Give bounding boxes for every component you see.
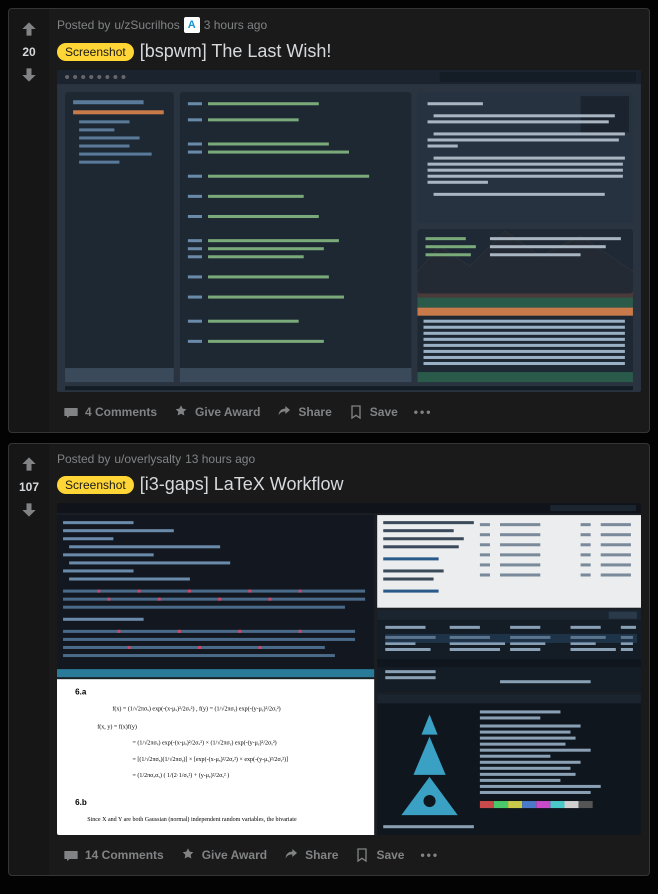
screenshot-image: 6.a f(x) = (1/√2πσₓ) exp(-(x-μₓ)²/2σₓ²) … bbox=[57, 503, 641, 835]
svg-text:f(x) = (1/√2πσₓ) exp(-(x-μₓ)²/: f(x) = (1/√2πσₓ) exp(-(x-μₓ)²/2σₓ²) , f(… bbox=[112, 706, 280, 713]
award-button[interactable]: Give Award bbox=[174, 843, 273, 867]
vote-column: 107 bbox=[9, 444, 49, 875]
more-button[interactable]: ••• bbox=[408, 401, 439, 423]
share-icon bbox=[276, 404, 292, 420]
post-meta: Posted by u/overlysalty 13 hours ago bbox=[57, 452, 641, 466]
svg-text:f(x, y) = f(x)f(y): f(x, y) = f(x)f(y) bbox=[97, 724, 137, 731]
post-time: 13 hours ago bbox=[185, 452, 255, 466]
post-card: 107 Posted by u/overlysalty 13 hours ago… bbox=[8, 443, 650, 876]
bookmark-icon bbox=[354, 847, 370, 863]
posted-by-prefix: Posted by bbox=[57, 452, 110, 466]
screenshot-image bbox=[57, 70, 641, 392]
comments-button[interactable]: 4 Comments bbox=[57, 400, 163, 424]
award-label: Give Award bbox=[202, 848, 267, 862]
avatar[interactable]: A bbox=[184, 17, 200, 33]
more-button[interactable]: ••• bbox=[414, 844, 445, 866]
post-image[interactable]: 6.a f(x) = (1/√2πσₓ) exp(-(x-μₓ)²/2σₓ²) … bbox=[57, 503, 641, 835]
award-icon bbox=[180, 847, 196, 863]
comments-button[interactable]: 14 Comments bbox=[57, 843, 170, 867]
svg-text:Since X and Y are both Gaussia: Since X and Y are both Gaussian (normal)… bbox=[87, 816, 297, 823]
svg-text:6.a: 6.a bbox=[75, 688, 87, 697]
comments-label: 4 Comments bbox=[85, 405, 157, 419]
post-body: Posted by u/overlysalty 13 hours ago Scr… bbox=[49, 444, 649, 875]
post-title[interactable]: [i3-gaps] LaTeX Workflow bbox=[140, 474, 344, 495]
save-label: Save bbox=[376, 848, 404, 862]
share-icon bbox=[283, 847, 299, 863]
downvote-button[interactable] bbox=[17, 498, 41, 522]
svg-text:= (1/2πσₓσᵧ) ( 1/(2·1/σₓ²) + (: = (1/2πσₓσᵧ) ( 1/(2·1/σₓ²) + (y-μᵧ)²/2σᵧ… bbox=[133, 772, 230, 779]
author-link[interactable]: u/zSucrilhos bbox=[114, 18, 179, 32]
save-button[interactable]: Save bbox=[342, 400, 404, 424]
save-button[interactable]: Save bbox=[348, 843, 410, 867]
svg-text:= (1/√2πσₓ) exp(-(x-μₓ)²/2σₓ²): = (1/√2πσₓ) exp(-(x-μₓ)²/2σₓ²) × (1/√2πσ… bbox=[133, 740, 277, 747]
post-image[interactable] bbox=[57, 70, 641, 392]
arrow-down-icon bbox=[19, 500, 39, 520]
post-flair[interactable]: Screenshot bbox=[57, 476, 134, 494]
share-button[interactable]: Share bbox=[277, 843, 344, 867]
svg-text:= [(1/√2πσₓ)(1/√2πσᵧ)] × [exp(: = [(1/√2πσₓ)(1/√2πσᵧ)] × [exp(-(x-μₓ)²/2… bbox=[133, 756, 289, 763]
post-body: Posted by u/zSucrilhos A 3 hours ago Scr… bbox=[49, 9, 649, 432]
award-icon bbox=[173, 404, 189, 420]
author-link[interactable]: u/overlysalty bbox=[114, 452, 181, 466]
post-title[interactable]: [bspwm] The Last Wish! bbox=[140, 41, 332, 62]
bookmark-icon bbox=[348, 404, 364, 420]
title-row: Screenshot [i3-gaps] LaTeX Workflow bbox=[57, 474, 641, 495]
svg-text:6.b: 6.b bbox=[75, 798, 87, 807]
share-label: Share bbox=[305, 848, 338, 862]
comment-icon bbox=[63, 847, 79, 863]
save-label: Save bbox=[370, 405, 398, 419]
award-label: Give Award bbox=[195, 405, 260, 419]
arrow-up-icon bbox=[19, 19, 39, 39]
arrow-up-icon bbox=[19, 454, 39, 474]
arrow-down-icon bbox=[19, 65, 39, 85]
comment-icon bbox=[63, 404, 79, 420]
upvote-button[interactable] bbox=[17, 452, 41, 476]
post-card: 20 Posted by u/zSucrilhos A 3 hours ago … bbox=[8, 8, 650, 433]
posted-by-prefix: Posted by bbox=[57, 18, 110, 32]
vote-column: 20 bbox=[9, 9, 49, 432]
action-bar: 14 Comments Give Award Share Save ••• bbox=[57, 843, 641, 867]
action-bar: 4 Comments Give Award Share Save ••• bbox=[57, 400, 641, 424]
post-time: 3 hours ago bbox=[204, 18, 267, 32]
post-score: 107 bbox=[19, 480, 39, 494]
title-row: Screenshot [bspwm] The Last Wish! bbox=[57, 41, 641, 62]
award-button[interactable]: Give Award bbox=[167, 400, 266, 424]
comments-label: 14 Comments bbox=[85, 848, 164, 862]
downvote-button[interactable] bbox=[17, 63, 41, 87]
upvote-button[interactable] bbox=[17, 17, 41, 41]
share-label: Share bbox=[298, 405, 331, 419]
post-meta: Posted by u/zSucrilhos A 3 hours ago bbox=[57, 17, 641, 33]
share-button[interactable]: Share bbox=[270, 400, 337, 424]
post-score: 20 bbox=[22, 45, 35, 59]
post-flair[interactable]: Screenshot bbox=[57, 43, 134, 61]
